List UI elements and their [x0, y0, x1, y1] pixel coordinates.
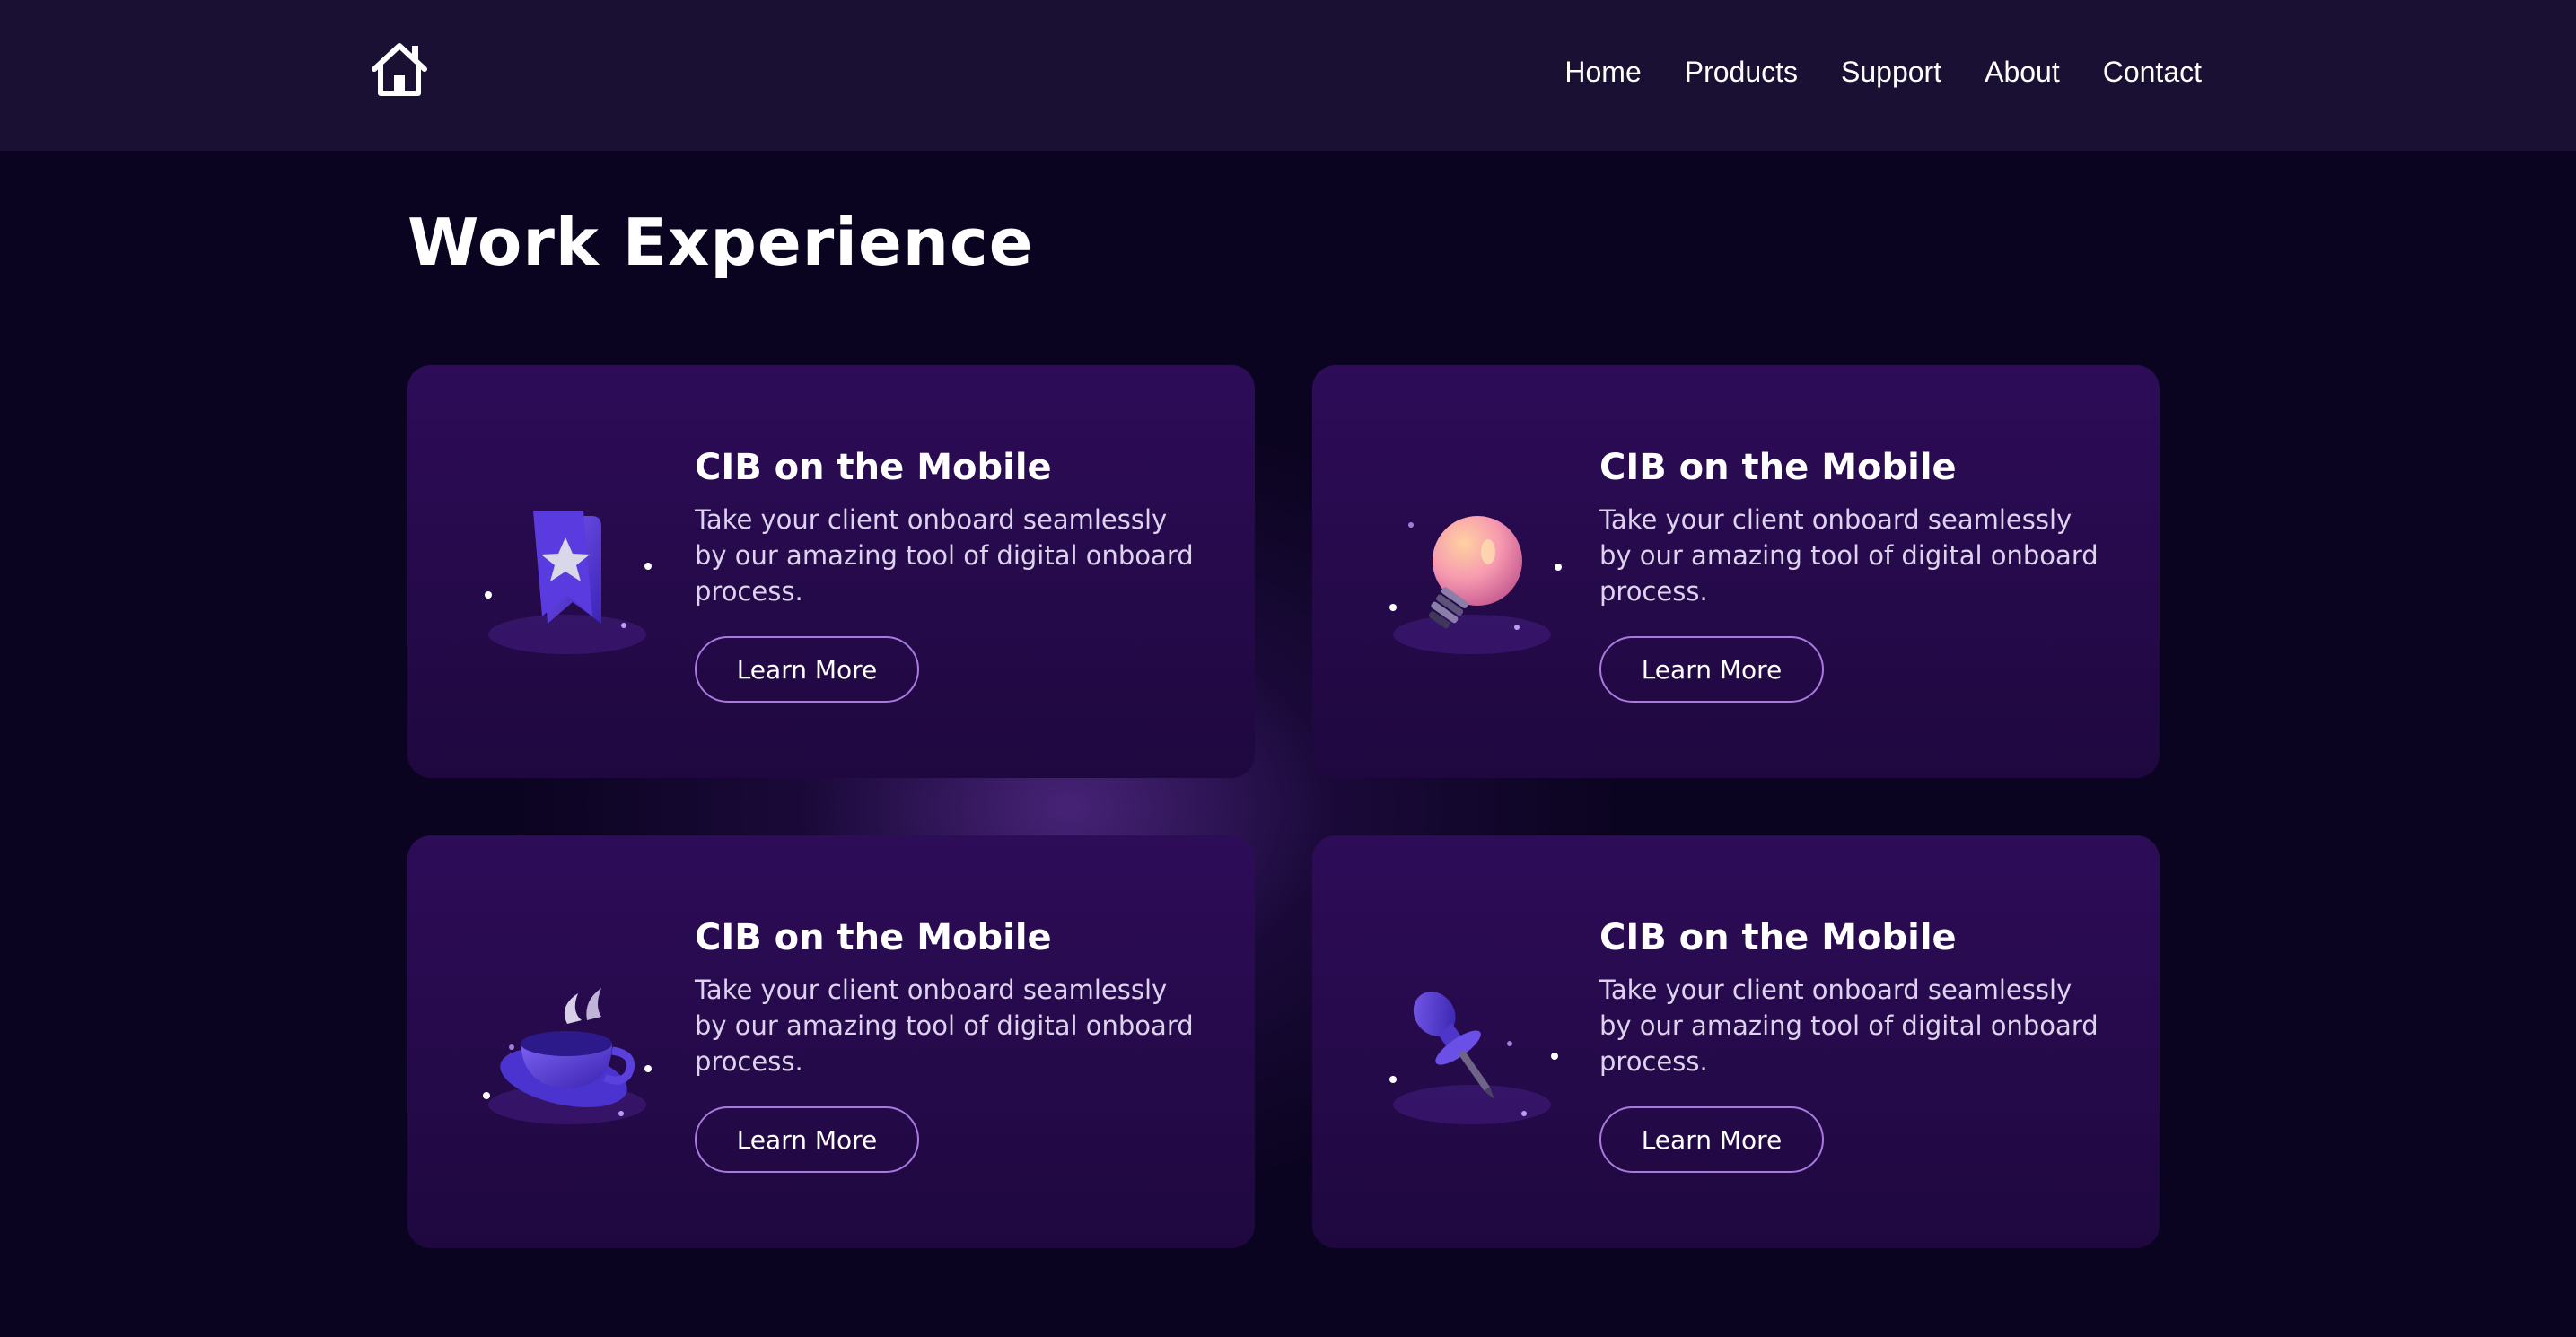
learn-more-button[interactable]: Learn More — [695, 1106, 919, 1173]
experience-card: CIB on the Mobile Take your client onboa… — [1312, 365, 2160, 778]
nav-link-home[interactable]: Home — [1564, 52, 1641, 92]
card-description: Take your client onboard seamlessly by o… — [1599, 504, 2098, 607]
card-title: CIB on the Mobile — [1599, 447, 1957, 488]
main-nav: Home Products Support About Contact — [1564, 52, 2202, 92]
card-title: CIB on the Mobile — [695, 917, 1052, 958]
page-title: Work Experience — [407, 205, 1034, 280]
experience-card: CIB on the Mobile Take your client onboa… — [407, 365, 1255, 778]
coffee-cup-icon — [478, 961, 666, 1132]
card-title: CIB on the Mobile — [1599, 917, 1957, 958]
experience-card: CIB on the Mobile Take your client onboa… — [407, 835, 1255, 1248]
learn-more-button[interactable]: Learn More — [1599, 636, 1824, 703]
card-description: Take your client onboard seamlessly by o… — [695, 504, 1194, 607]
learn-more-button[interactable]: Learn More — [695, 636, 919, 703]
lightbulb-icon — [1382, 491, 1571, 661]
experience-card: CIB on the Mobile Take your client onboa… — [1312, 835, 2160, 1248]
top-navbar: Home Products Support About Contact — [0, 0, 2576, 151]
nav-link-support[interactable]: Support — [1841, 52, 1941, 92]
pin-icon — [1382, 961, 1571, 1132]
learn-more-button[interactable]: Learn More — [1599, 1106, 1824, 1173]
card-description: Take your client onboard seamlessly by o… — [695, 974, 1194, 1077]
bookmark-star-icon — [478, 491, 666, 661]
nav-link-contact[interactable]: Contact — [2103, 52, 2202, 92]
nav-link-about[interactable]: About — [1985, 52, 2060, 92]
card-description: Take your client onboard seamlessly by o… — [1599, 974, 2098, 1077]
nav-link-products[interactable]: Products — [1685, 52, 1798, 92]
card-title: CIB on the Mobile — [695, 447, 1052, 488]
home-icon[interactable] — [368, 39, 431, 99]
